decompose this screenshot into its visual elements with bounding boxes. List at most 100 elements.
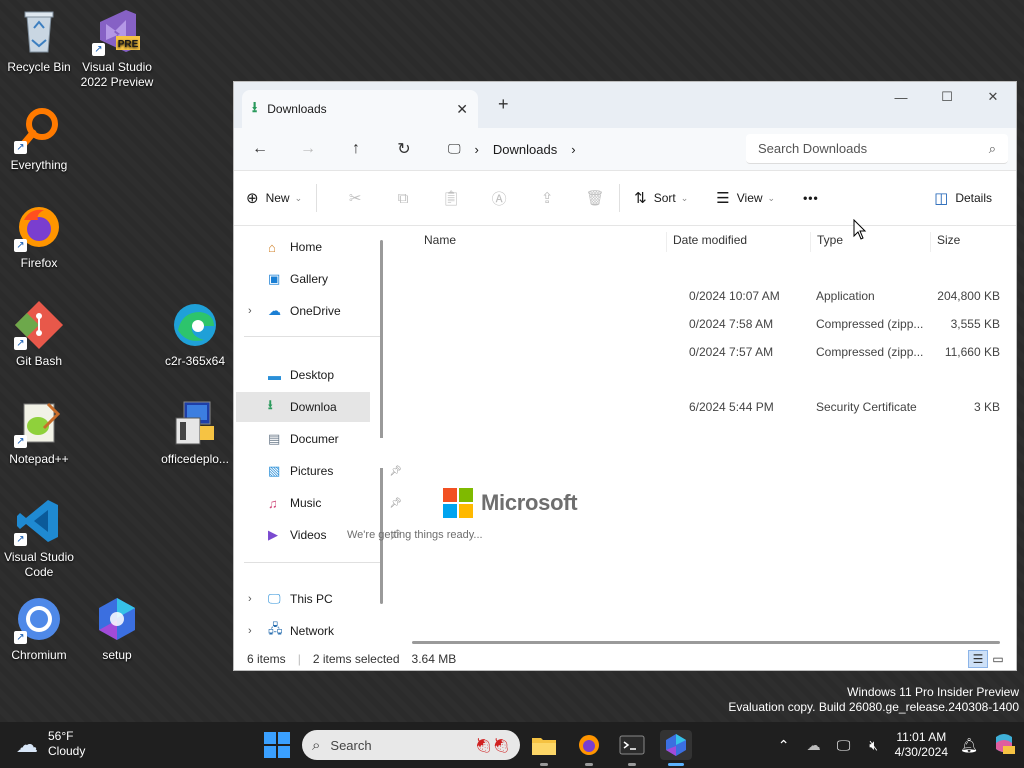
details-button[interactable]: ◫ Details xyxy=(934,189,992,207)
sidebar-scrollbar[interactable] xyxy=(380,240,383,604)
column-header-name[interactable]: Name xyxy=(418,232,456,252)
new-button[interactable]: ⊕ New ⌄ xyxy=(246,189,302,207)
sidebar-item-network[interactable]: › 🖧 Network xyxy=(236,616,370,646)
column-header-size[interactable]: Size xyxy=(930,232,960,252)
view-label: View xyxy=(736,191,763,205)
chevron-right-icon[interactable]: › xyxy=(248,593,252,605)
notepad-plus-plus-icon: ↗ xyxy=(14,398,64,448)
paste-icon[interactable]: 📋︎ xyxy=(427,189,475,207)
sidebar-item-home[interactable]: ⌂ Home xyxy=(236,232,370,262)
desktop-icon-c2r[interactable]: c2r-365x64 xyxy=(153,300,237,369)
status-divider: | xyxy=(297,652,301,666)
refresh-button[interactable]: ↻ xyxy=(380,139,428,159)
cloud-icon: ☁ xyxy=(16,731,38,757)
chevron-up-icon[interactable]: ⌃ xyxy=(769,737,799,754)
sort-label: Sort xyxy=(653,191,676,205)
taskbar-search[interactable]: ⌕ Search 🍓︎🍓︎ xyxy=(302,730,520,760)
volume-muted-icon[interactable]: 🔇︎ xyxy=(859,737,889,754)
taskbar-file-explorer[interactable] xyxy=(528,730,560,766)
desktop-icon-visual-studio[interactable]: PRE ↗ Visual Studio 2022 Preview xyxy=(75,6,159,90)
desktop-icon-chromium[interactable]: ↗ Chromium xyxy=(0,594,81,663)
desktop-folder-icon: ▬ xyxy=(268,367,281,383)
sidebar-item-gallery[interactable]: ▣ Gallery xyxy=(236,264,370,294)
this-pc-icon: 🖵 xyxy=(268,591,281,606)
sidebar-item-this-pc[interactable]: › 🖵 This PC xyxy=(236,584,370,614)
notification-bell-icon[interactable]: 🔔︎ xyxy=(954,737,984,754)
edge-icon xyxy=(170,300,220,350)
horizontal-scrollbar[interactable] xyxy=(412,641,1000,644)
running-indicator xyxy=(628,763,636,766)
taskbar-setup[interactable] xyxy=(660,730,692,766)
column-header-date[interactable]: Date modified xyxy=(666,232,747,252)
breadcrumb-separator-icon[interactable]: › xyxy=(571,142,575,157)
clock-date: 4/30/2024 xyxy=(894,745,948,759)
desktop-icon-label: Visual Studio 2022 Preview xyxy=(80,60,154,89)
sidebar-item-label: OneDrive xyxy=(290,304,341,318)
sidebar-item-downloads[interactable]: ⭳ Downloa xyxy=(236,392,370,422)
see-more-button[interactable]: ••• xyxy=(803,191,819,205)
documents-folder-icon: ▤ xyxy=(268,431,281,446)
tab-downloads[interactable]: ⭳ Downloads ✕ xyxy=(242,90,478,128)
title-bar[interactable]: ⭳ Downloads ✕ + — ☐ ✕ xyxy=(234,82,1016,128)
large-icons-view-icon[interactable]: ▭ xyxy=(988,650,1008,668)
forward-button[interactable]: → xyxy=(284,140,332,158)
file-type: Security Certificate xyxy=(816,400,917,414)
maximize-button[interactable]: ☐ xyxy=(924,82,970,112)
desktop-icon-everything[interactable]: ↗ Everything xyxy=(0,104,81,173)
new-tab-button[interactable]: + xyxy=(498,94,509,115)
this-pc-crumb-icon[interactable]: 🖵 xyxy=(448,141,461,157)
item-count: 6 items xyxy=(247,652,286,666)
chevron-right-icon[interactable]: › xyxy=(248,305,252,317)
desktop-icon-label: Chromium xyxy=(11,648,67,662)
start-button[interactable] xyxy=(264,732,290,758)
search-input[interactable]: Search Downloads ⌕ xyxy=(746,134,1008,164)
taskbar-terminal[interactable] xyxy=(616,730,648,766)
downloads-folder-icon: ⭳ xyxy=(268,397,273,412)
weather-temperature: 56°F xyxy=(48,729,74,743)
desktop-icon-officedeploy[interactable]: officedeplo... xyxy=(153,398,237,467)
delete-icon[interactable]: 🗑︎ xyxy=(571,189,619,207)
back-button[interactable]: ← xyxy=(236,140,284,158)
desktop-icon-recycle-bin[interactable]: Recycle Bin xyxy=(0,6,81,75)
close-window-button[interactable]: ✕ xyxy=(970,82,1016,112)
microsoft-logo: Microsoft xyxy=(443,488,578,518)
desktop-icon-firefox[interactable]: ↗ Firefox xyxy=(0,202,81,271)
sort-button[interactable]: ⇅ Sort ⌄ xyxy=(634,189,688,207)
view-button[interactable]: ☰ View ⌄ xyxy=(716,189,775,207)
file-date: 0/2024 10:07 AM xyxy=(689,289,780,303)
desktop-icon-git-bash[interactable]: ↗ Git Bash xyxy=(0,300,81,369)
breadcrumb-separator-icon[interactable]: › xyxy=(475,142,479,157)
cut-icon[interactable]: ✂ xyxy=(331,189,379,207)
status-bar: 6 items | 2 items selected 3.64 MB ☰ ▭ xyxy=(234,648,1016,670)
copy-icon[interactable]: ⧉ xyxy=(379,190,427,207)
network-status-icon[interactable]: 🖵 xyxy=(829,737,859,754)
sort-arrows-icon: ⇅ xyxy=(634,190,647,207)
weather-widget[interactable]: ☁ 56°F Cloudy xyxy=(16,729,85,759)
sidebar-item-desktop[interactable]: ▬ Desktop xyxy=(236,360,370,390)
details-view-icon[interactable]: ☰ xyxy=(968,650,988,668)
close-tab-icon[interactable]: ✕ xyxy=(456,101,468,118)
rename-icon[interactable]: Ⓐ xyxy=(475,188,523,209)
running-indicator xyxy=(668,763,684,766)
breadcrumb-item-downloads[interactable]: Downloads xyxy=(493,142,557,157)
sidebar-item-onedrive[interactable]: › ☁ OneDrive xyxy=(236,296,370,326)
sidebar-item-music[interactable]: ♫ Music 📌︎ xyxy=(236,488,402,518)
desktop-icon-setup[interactable]: setup xyxy=(75,594,159,663)
cloud-offline-icon[interactable]: ☁ xyxy=(799,737,829,754)
desktop-icon-vscode[interactable]: ↗ Visual Studio Code xyxy=(0,496,81,580)
desktop-icon-notepad-plus-plus[interactable]: ↗ Notepad++ xyxy=(0,398,81,467)
clock[interactable]: 11:01 AM 4/30/2024 xyxy=(895,730,948,760)
taskbar-firefox[interactable] xyxy=(573,730,605,766)
file-type: Application xyxy=(816,289,875,303)
up-button[interactable]: ↑ xyxy=(332,140,380,158)
minimize-button[interactable]: — xyxy=(878,82,924,112)
download-arrow-icon: ⭳ xyxy=(252,98,258,116)
splash-panel-edge xyxy=(337,438,383,468)
share-icon[interactable]: ⇪ xyxy=(523,189,571,207)
copilot-icon[interactable] xyxy=(984,733,1024,758)
sidebar-divider xyxy=(244,562,380,563)
column-header-type[interactable]: Type xyxy=(810,232,843,252)
chevron-right-icon[interactable]: › xyxy=(248,625,252,637)
file-type: Compressed (zipp... xyxy=(816,345,924,359)
column-header-row: Name Date modified Type Size xyxy=(390,226,1016,254)
